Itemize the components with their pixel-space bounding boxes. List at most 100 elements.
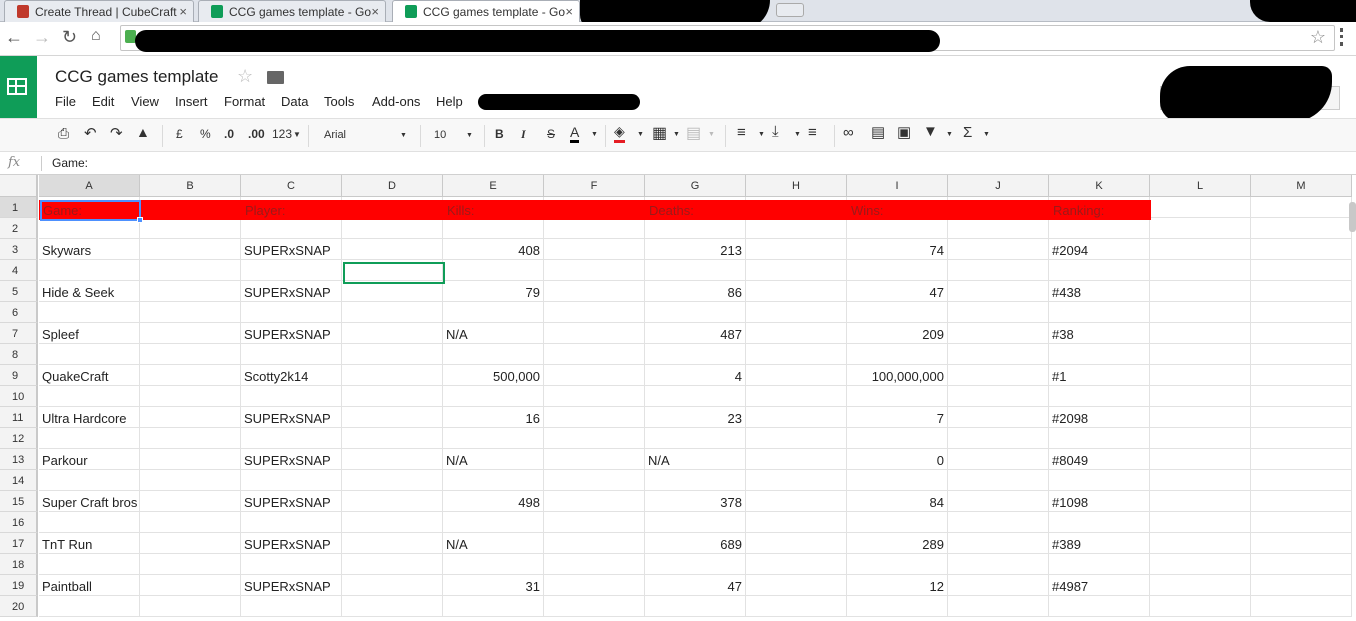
cell-f8[interactable]: [544, 344, 645, 365]
bookmark-star-icon[interactable]: ☆: [1310, 27, 1326, 48]
fill-handle[interactable]: [137, 217, 143, 223]
cell-e8[interactable]: [443, 344, 544, 365]
cell-h20[interactable]: [746, 596, 847, 617]
folder-icon[interactable]: [267, 71, 284, 84]
spreadsheet-grid[interactable]: A B C D E F G H I J K L M 1 2 3 4 5 6 7 8 9 10 11 12 13 14 15 16 17 18…: [0, 175, 1356, 621]
cell-g10[interactable]: [645, 386, 746, 407]
cell-value-i[interactable]: 209: [847, 324, 947, 345]
cell-a8[interactable]: [39, 344, 140, 365]
cell-a2[interactable]: [39, 218, 140, 239]
cell-l16[interactable]: [1150, 512, 1251, 533]
cell-h18[interactable]: [746, 554, 847, 575]
cell-value-a[interactable]: Spleef: [39, 324, 139, 345]
font-select[interactable]: Arial ▼: [316, 125, 412, 147]
cell-h4[interactable]: [746, 260, 847, 281]
cell-l12[interactable]: [1150, 428, 1251, 449]
row-header[interactable]: 6: [0, 302, 38, 323]
cell-f14[interactable]: [544, 470, 645, 491]
row-header[interactable]: 7: [0, 323, 38, 344]
cell-h6[interactable]: [746, 302, 847, 323]
cell-k16[interactable]: [1049, 512, 1150, 533]
cell-value-g[interactable]: 23: [645, 408, 745, 429]
row-header[interactable]: 8: [0, 344, 38, 365]
cell-b19[interactable]: [140, 575, 241, 596]
cell-f9[interactable]: [544, 365, 645, 386]
cell-h16[interactable]: [746, 512, 847, 533]
cell-j13[interactable]: [948, 449, 1049, 470]
cell-b16[interactable]: [140, 512, 241, 533]
cell-h14[interactable]: [746, 470, 847, 491]
formula-input[interactable]: Game:: [52, 156, 88, 170]
row-header[interactable]: 19: [0, 575, 38, 596]
italic-button[interactable]: I: [521, 127, 526, 142]
cell-i4[interactable]: [847, 260, 948, 281]
print-icon[interactable]: ⎙: [58, 125, 69, 142]
menu-item-edit[interactable]: Edit: [92, 94, 114, 109]
cell-value-g[interactable]: 47: [645, 576, 745, 597]
cell-f11[interactable]: [544, 407, 645, 428]
cell-m12[interactable]: [1251, 428, 1352, 449]
cell-a10[interactable]: [39, 386, 140, 407]
cell-value-a[interactable]: Skywars: [39, 240, 139, 261]
cell-g12[interactable]: [645, 428, 746, 449]
cell-f15[interactable]: [544, 491, 645, 512]
cell-d2[interactable]: [342, 218, 443, 239]
column-header-k[interactable]: K: [1049, 175, 1150, 197]
cell-e12[interactable]: [443, 428, 544, 449]
cell-value-e[interactable]: 16: [443, 408, 543, 429]
cell-value-i[interactable]: 74: [847, 240, 947, 261]
menu-item-view[interactable]: View: [131, 94, 159, 109]
close-tab-icon[interactable]: ×: [179, 4, 187, 19]
cell-c14[interactable]: [241, 470, 342, 491]
cell-c18[interactable]: [241, 554, 342, 575]
cell-l7[interactable]: [1150, 323, 1251, 344]
header-cell-c[interactable]: Player:: [245, 203, 285, 218]
comment-icon[interactable]: ▤: [871, 123, 885, 141]
cell-j8[interactable]: [948, 344, 1049, 365]
decrease-decimal-button[interactable]: .0: [224, 127, 234, 141]
browser-tab[interactable]: CCG games template - Go ×: [392, 0, 580, 23]
cell-value-k[interactable]: #1098: [1049, 492, 1149, 513]
cell-value-e[interactable]: N/A: [443, 450, 543, 471]
header-cell-k[interactable]: Ranking:: [1053, 203, 1104, 218]
cell-c8[interactable]: [241, 344, 342, 365]
menu-item-data[interactable]: Data: [281, 94, 308, 109]
close-tab-icon[interactable]: ×: [371, 4, 379, 19]
cell-e20[interactable]: [443, 596, 544, 617]
cell-a18[interactable]: [39, 554, 140, 575]
cell-i18[interactable]: [847, 554, 948, 575]
cell-k4[interactable]: [1049, 260, 1150, 281]
cell-value-k[interactable]: #2098: [1049, 408, 1149, 429]
cell-i16[interactable]: [847, 512, 948, 533]
fill-color-icon[interactable]: ◈: [614, 123, 625, 143]
cell-f4[interactable]: [544, 260, 645, 281]
cell-j11[interactable]: [948, 407, 1049, 428]
cell-a6[interactable]: [39, 302, 140, 323]
cell-k14[interactable]: [1049, 470, 1150, 491]
cell-d14[interactable]: [342, 470, 443, 491]
cell-c20[interactable]: [241, 596, 342, 617]
cell-b4[interactable]: [140, 260, 241, 281]
row-header[interactable]: 13: [0, 449, 38, 470]
cell-d11[interactable]: [342, 407, 443, 428]
cell-i2[interactable]: [847, 218, 948, 239]
header-cell-e[interactable]: Kills:: [447, 203, 474, 218]
star-icon[interactable]: ☆: [237, 66, 253, 87]
cell-value-g[interactable]: 213: [645, 240, 745, 261]
cell-value-g[interactable]: 4: [645, 366, 745, 387]
redo-icon[interactable]: ↷: [110, 124, 123, 142]
cell-b2[interactable]: [140, 218, 241, 239]
cell-m20[interactable]: [1251, 596, 1352, 617]
cell-value-c[interactable]: SUPERxSNAP: [241, 282, 341, 303]
row-header[interactable]: 14: [0, 470, 38, 491]
cell-value-g[interactable]: 378: [645, 492, 745, 513]
merge-cells-icon[interactable]: ▤: [686, 123, 701, 143]
cell-g18[interactable]: [645, 554, 746, 575]
cell-d20[interactable]: [342, 596, 443, 617]
cell-i6[interactable]: [847, 302, 948, 323]
cell-h11[interactable]: [746, 407, 847, 428]
cell-f7[interactable]: [544, 323, 645, 344]
column-header-j[interactable]: J: [948, 175, 1049, 197]
chart-icon[interactable]: ▣: [897, 123, 911, 141]
cell-j15[interactable]: [948, 491, 1049, 512]
